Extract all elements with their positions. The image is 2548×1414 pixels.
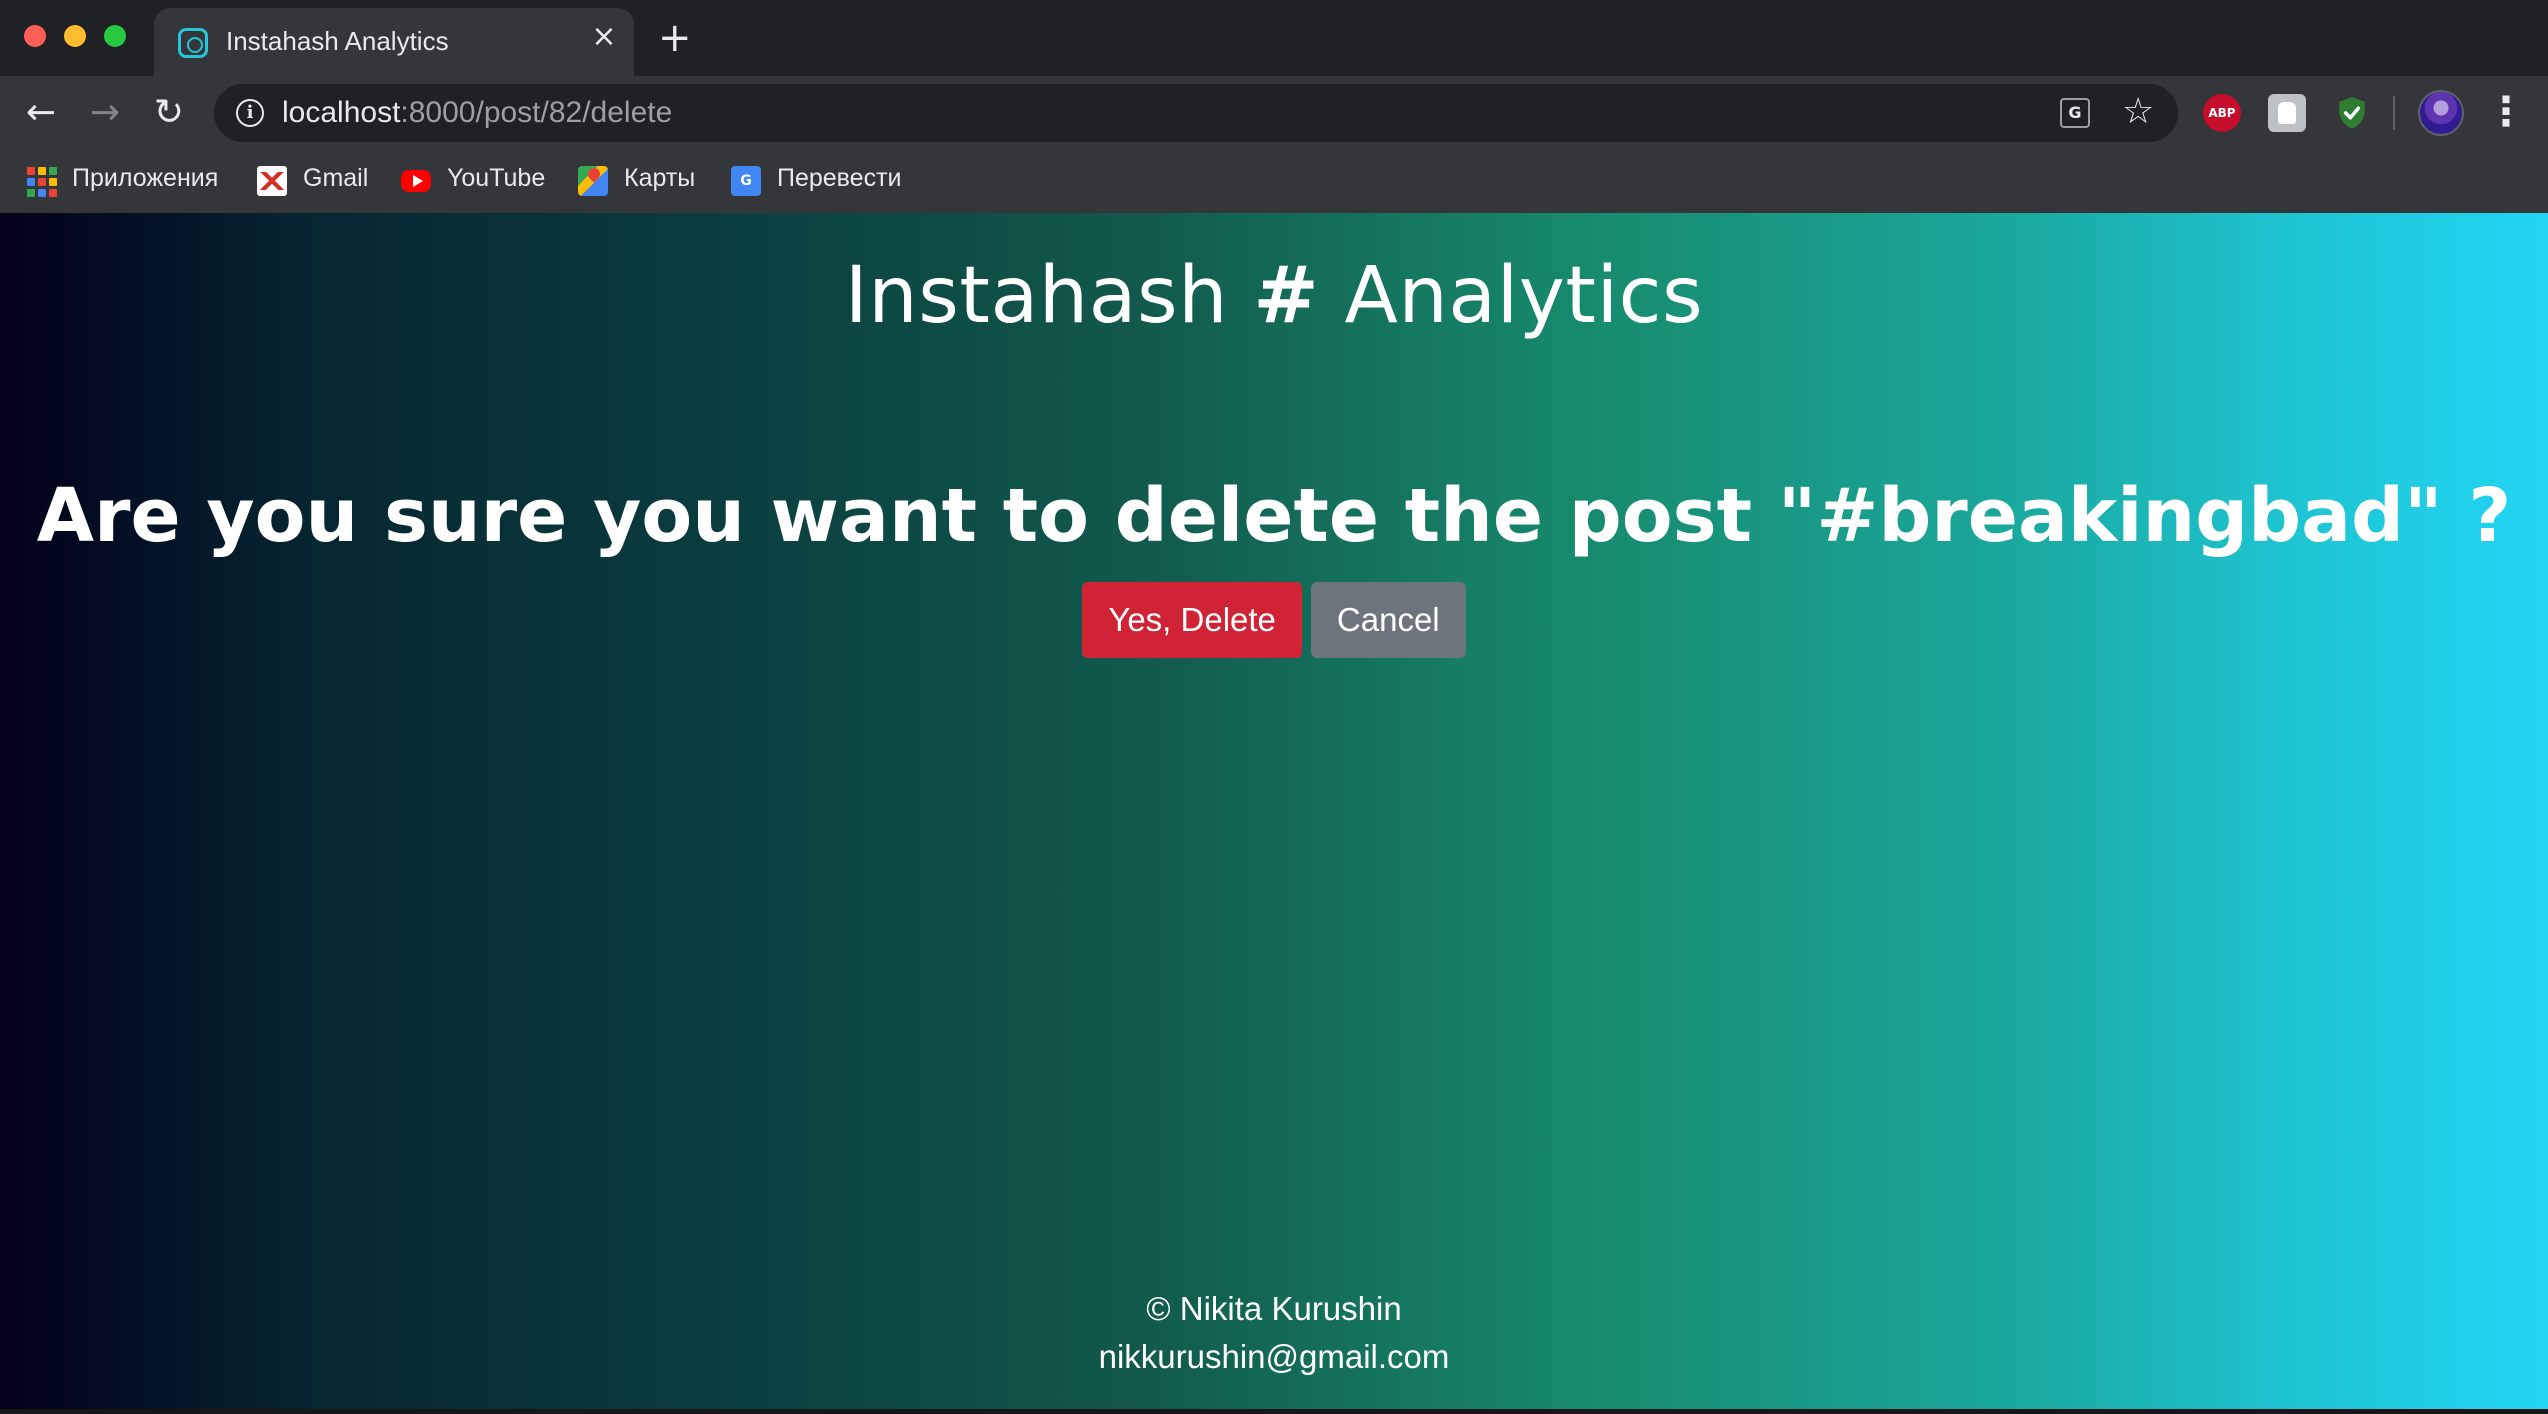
url-text[interactable]: localhost:8000/post/82/delete	[282, 96, 672, 130]
translate-icon[interactable]: G	[2060, 98, 2090, 128]
confirm-delete-button[interactable]: Yes, Delete	[1082, 582, 1302, 658]
maps-icon	[578, 166, 608, 196]
profile-avatar[interactable]	[2418, 90, 2464, 136]
toolbar-divider	[2393, 96, 2395, 130]
tab-instahash-analytics[interactable]: Instahash Analytics ×	[154, 8, 634, 76]
bookmarks-bar: Приложения Gmail YouTube Карты G Перевес…	[0, 150, 2548, 213]
new-tab-button[interactable]: +	[658, 18, 692, 58]
confirmation-actions: Yes, Delete Cancel	[0, 582, 2548, 658]
apps-grid-icon	[26, 166, 57, 197]
tab-title: Instahash Analytics	[226, 26, 449, 56]
cancel-button[interactable]: Cancel	[1310, 582, 1466, 658]
bookmark-label: Gmail	[303, 164, 369, 192]
page-footer: © Nikita Kurushin nikkurushin@gmail.com	[0, 1285, 2548, 1381]
site-title-left: Instahash	[844, 251, 1254, 341]
browser-chrome: Instahash Analytics × + ← → ↻ i localhos…	[0, 0, 2548, 213]
reload-button[interactable]: ↻	[146, 90, 192, 136]
gmail-icon	[257, 166, 287, 196]
url-path: :8000/post/82/delete	[400, 96, 673, 129]
close-window-button[interactable]	[24, 25, 46, 47]
url-host: localhost	[282, 96, 401, 129]
close-icon[interactable]: ×	[586, 22, 622, 52]
delete-confirmation-question: Are you sure you want to delete the post…	[36, 473, 2512, 559]
adblock-plus-icon[interactable]: ABP	[2203, 94, 2241, 132]
google-translate-icon: G	[731, 166, 761, 196]
youtube-icon	[401, 170, 431, 192]
browser-toolbar: ← → ↻ i localhost:8000/post/82/delete G …	[0, 76, 2548, 150]
hash-symbol: #	[1253, 251, 1320, 341]
back-button[interactable]: ←	[18, 90, 64, 136]
bookmark-label: Перевести	[777, 164, 902, 192]
maximize-window-button[interactable]	[104, 25, 126, 47]
contact-email: nikkurushin@gmail.com	[1098, 1338, 1450, 1375]
bookmark-label: Карты	[624, 164, 696, 192]
extension-hand-icon[interactable]	[2268, 94, 2306, 132]
bookmark-label: Приложения	[72, 164, 219, 192]
shield-check-icon[interactable]	[2333, 94, 2371, 132]
forward-button[interactable]: →	[82, 90, 128, 136]
bookmark-star-icon[interactable]: ☆	[2122, 92, 2154, 132]
site-title-right: Analytics	[1319, 251, 1704, 341]
bookmark-label: YouTube	[447, 164, 546, 192]
tab-strip: Instahash Analytics × +	[0, 0, 2548, 76]
more-menu-icon[interactable]: ⋮	[2486, 86, 2526, 138]
copyright-text: © Nikita Kurushin	[1146, 1290, 1402, 1327]
site-title: Instahash # Analytics	[0, 251, 2548, 341]
instagram-icon	[178, 28, 208, 58]
address-bar[interactable]: i localhost:8000/post/82/delete G ☆	[214, 84, 2178, 142]
info-icon[interactable]: i	[236, 99, 264, 127]
minimize-window-button[interactable]	[64, 25, 86, 47]
page-viewport: Instahash # Analytics Are you sure you w…	[0, 213, 2548, 1414]
